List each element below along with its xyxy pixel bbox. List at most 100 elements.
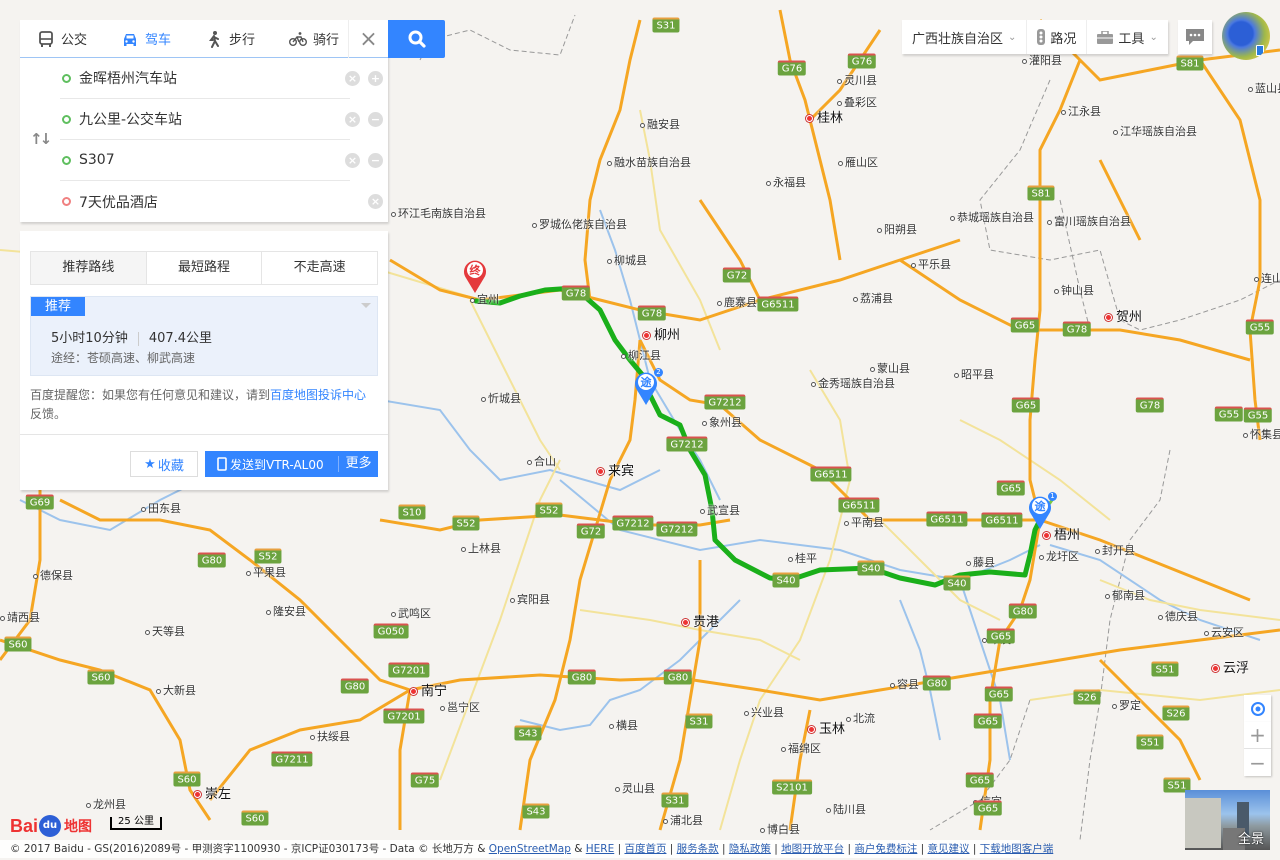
clear-icon[interactable]: × (345, 153, 360, 168)
place-label[interactable]: 恭城瑶族自治县 (950, 211, 1034, 224)
place-label[interactable]: 藤县 (966, 556, 995, 569)
place-label[interactable]: 浦北县 (663, 814, 703, 827)
place-label[interactable]: 武宣县 (700, 504, 740, 517)
place-label[interactable]: 靖西县 (0, 611, 40, 624)
city-label[interactable]: 云浮 (1212, 657, 1249, 676)
place-label[interactable]: 合山 (527, 455, 556, 468)
place-label[interactable]: 融安县 (640, 118, 680, 131)
zoom-in-button[interactable]: + (1244, 722, 1271, 749)
footer-link[interactable]: 服务条款 (677, 843, 719, 855)
favorite-button[interactable]: ★ 收藏 (130, 451, 198, 477)
expand-caret-icon[interactable] (361, 303, 371, 308)
place-label[interactable]: 环江毛南族自治县 (391, 207, 486, 220)
complaint-center-link[interactable]: 百度地图投诉中心 (270, 388, 366, 402)
place-label[interactable]: 桂平 (788, 552, 817, 565)
clear-icon[interactable]: × (345, 71, 360, 86)
tab-drive[interactable]: 驾车 (104, 20, 188, 57)
place-label[interactable]: 永福县 (766, 176, 806, 189)
place-label[interactable]: 鹿寨县 (717, 296, 757, 309)
tab-bike[interactable]: 骑行 (272, 20, 356, 57)
place-label[interactable]: 怀集县 (1243, 428, 1280, 441)
place-label[interactable]: 德庆县 (1158, 610, 1198, 623)
footer-link[interactable]: HERE (586, 843, 614, 855)
tab-recommended[interactable]: 推荐路线 (31, 252, 146, 284)
search-button[interactable] (388, 20, 445, 58)
place-label[interactable]: 钟山县 (1054, 284, 1094, 297)
place-label[interactable]: 北流 (846, 712, 875, 725)
place-label[interactable]: 罗定 (1112, 699, 1141, 712)
message-button[interactable] (1178, 20, 1212, 54)
place-label[interactable]: 平南县 (844, 516, 884, 529)
place-label[interactable]: 融水苗族自治县 (607, 156, 691, 169)
end-marker[interactable]: 终 (462, 258, 488, 294)
place-label[interactable]: 平果县 (246, 566, 286, 579)
place-label[interactable]: 江永县 (1061, 105, 1101, 118)
close-button[interactable]: × (348, 20, 388, 58)
footer-link[interactable]: 隐私政策 (729, 843, 771, 855)
place-label[interactable]: 福绵区 (781, 742, 821, 755)
tools-button[interactable]: 工具 ⌄ (1086, 20, 1167, 54)
user-avatar[interactable] (1222, 12, 1270, 60)
zoom-out-button[interactable]: − (1244, 749, 1271, 776)
send-to-phone-button[interactable]: 发送到VTR-AL00 更多 (205, 451, 378, 477)
place-label[interactable]: 德保县 (33, 569, 73, 582)
footer-link[interactable]: 意见建议 (928, 843, 970, 855)
place-label[interactable]: 扶绥县 (310, 730, 350, 743)
tab-walk[interactable]: 步行 (188, 20, 272, 57)
waypoint-input[interactable]: 金晖梧州汽车站 (79, 68, 350, 88)
place-label[interactable]: 灵川县 (837, 74, 877, 87)
panorama-button[interactable]: 全景 (1185, 790, 1270, 850)
footer-link[interactable]: 百度首页 (624, 843, 666, 855)
via-marker-2[interactable]: 途 2 (633, 368, 663, 406)
place-label[interactable]: 宜州 (470, 293, 499, 306)
footer-link[interactable]: 商户免费标注 (854, 843, 917, 855)
locate-button[interactable] (1244, 695, 1271, 722)
place-label[interactable]: 象州县 (702, 416, 742, 429)
swap-icon[interactable]: ↑↓ (30, 130, 52, 148)
place-label[interactable]: 兴业县 (744, 706, 784, 719)
place-label[interactable]: 郁南县 (1105, 589, 1145, 602)
tab-bus[interactable]: 公交 (20, 20, 104, 57)
city-label[interactable]: 玉林 (808, 718, 845, 737)
clear-icon[interactable]: × (368, 194, 383, 209)
place-label[interactable]: 富川瑶族自治县 (1047, 215, 1131, 228)
place-label[interactable]: 雁山区 (838, 156, 878, 169)
footer-link[interactable]: 下载地图客户端 (980, 843, 1054, 855)
place-label[interactable]: 昭平县 (954, 368, 994, 381)
place-label[interactable]: 龙州县 (86, 798, 126, 811)
city-label[interactable]: 桂林 (806, 107, 843, 126)
place-label[interactable]: 武鸣区 (391, 607, 431, 620)
place-label[interactable]: 容县 (890, 678, 919, 691)
more-button[interactable]: 更多 (338, 456, 378, 472)
footer-link[interactable]: OpenStreetMap (489, 843, 571, 855)
place-label[interactable]: 连山壮族瑶族自治县 (1254, 272, 1280, 285)
place-label[interactable]: 忻城县 (481, 392, 521, 405)
place-label[interactable]: 博白县 (760, 823, 800, 836)
traffic-button[interactable]: 路况 (1026, 20, 1086, 54)
place-label[interactable]: 罗城仫佬族自治县 (532, 218, 627, 231)
tab-no-highway[interactable]: 不走高速 (261, 252, 377, 284)
place-label[interactable]: 封开县 (1095, 544, 1135, 557)
place-label[interactable]: 天等县 (145, 625, 185, 638)
waypoint-input[interactable]: 九公里-公交车站 (79, 109, 350, 129)
region-selector[interactable]: 广西壮族自治区 ⌄ (902, 20, 1026, 54)
place-label[interactable]: 阳朔县 (877, 223, 917, 236)
tab-shortest[interactable]: 最短路程 (145, 252, 262, 284)
clear-icon[interactable]: × (345, 112, 360, 127)
place-label[interactable]: 柳江县 (621, 349, 661, 362)
add-waypoint-icon[interactable]: + (368, 71, 383, 86)
city-label[interactable]: 南宁 (410, 680, 447, 699)
waypoint-input[interactable]: 7天优品酒店 (79, 192, 350, 212)
place-label[interactable]: 上林县 (461, 542, 501, 555)
place-label[interactable]: 蓝山县 (1248, 82, 1280, 95)
city-label[interactable]: 柳州 (643, 324, 680, 343)
remove-waypoint-icon[interactable]: − (368, 153, 383, 168)
place-label[interactable]: 蒙山县 (870, 362, 910, 375)
route-card[interactable]: 推荐 5小时10分钟 407.4公里 途经：苍硕高速、柳武高速 (30, 296, 378, 376)
place-label[interactable]: 陆川县 (826, 803, 866, 816)
place-label[interactable]: 隆安县 (266, 605, 306, 618)
place-label[interactable]: 江华瑶族自治县 (1113, 125, 1197, 138)
place-label[interactable]: 田东县 (141, 502, 181, 515)
city-label[interactable]: 来宾 (597, 460, 634, 479)
place-label[interactable]: 宾阳县 (510, 593, 550, 606)
